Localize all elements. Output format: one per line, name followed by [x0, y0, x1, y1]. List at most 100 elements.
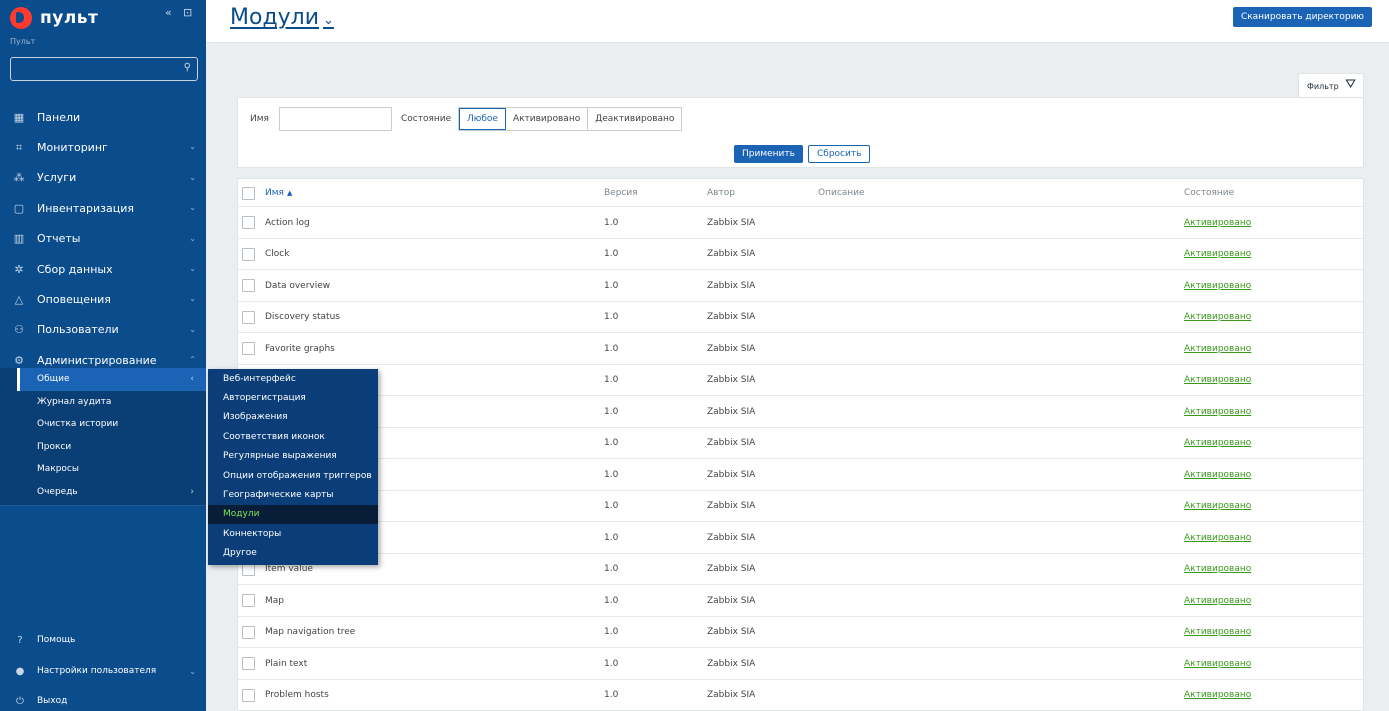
module-author: Zabbix SIA	[707, 280, 756, 291]
search-icon[interactable]: ⚲	[184, 62, 191, 73]
brand-logo[interactable]: пульт	[10, 5, 98, 31]
module-state-link[interactable]: Активировано	[1184, 375, 1251, 385]
module-author: Zabbix SIA	[707, 627, 756, 637]
table-row: 1.0 Zabbix SIA Активировано	[238, 428, 1363, 459]
module-name[interactable]: Data overview	[265, 270, 330, 301]
sidebar-search-input[interactable]: ⚲	[10, 57, 198, 81]
flyout-item-1[interactable]: Авторегистрация	[208, 388, 378, 407]
module-name[interactable]: Action log	[265, 207, 310, 238]
module-author: Zabbix SIA	[707, 217, 756, 228]
apply-button[interactable]: Применить	[734, 145, 803, 163]
user-settings-label: Настройки пользователя	[37, 666, 157, 676]
sidebar-item-label: Администрирование	[37, 353, 157, 367]
filter-panel: Имя Состояние Любое Активировано Деактивир…	[237, 97, 1364, 168]
submenu-item-0[interactable]: Общие ‹	[17, 368, 206, 391]
module-name[interactable]: Plain text	[265, 648, 307, 679]
module-state-link[interactable]: Активировано	[1184, 596, 1251, 606]
submenu-item-4[interactable]: Макросы	[0, 458, 206, 481]
flyout-item-2[interactable]: Изображения	[208, 408, 378, 427]
row-checkbox[interactable]	[242, 216, 255, 229]
flyout-item-9[interactable]: Другое	[208, 544, 378, 563]
row-checkbox[interactable]	[242, 625, 255, 639]
flyout-item-4[interactable]: Регулярные выражения	[208, 447, 378, 466]
page-header: Модули ⌄ Сканировать директорию	[206, 0, 1389, 43]
row-checkbox[interactable]	[242, 594, 255, 607]
module-state-link[interactable]: Активировано	[1184, 533, 1251, 543]
module-author: Zabbix SIA	[707, 469, 756, 480]
admin-submenu: Общие ‹ Журнал аудита Очистка истории Прокси…	[0, 368, 206, 506]
table-row: 1.0 Zabbix SIA Активировано	[238, 365, 1363, 396]
module-name[interactable]: Clock	[265, 239, 289, 270]
submenu-item-1[interactable]: Журнал аудита	[0, 391, 206, 414]
sidebar-item-3[interactable]: ▢ Инвентаризация ⌄	[0, 193, 206, 223]
sidebar-item-2[interactable]: ⁂ Услуги ⌄	[0, 163, 206, 193]
row-checkbox[interactable]	[242, 657, 255, 670]
state-option-0[interactable]: Любое	[459, 108, 506, 130]
row-checkbox[interactable]	[242, 688, 255, 702]
sidebar-item-label: Инвентаризация	[37, 201, 134, 215]
filter-name-input[interactable]	[279, 107, 392, 131]
help-link[interactable]: ? Помощь	[0, 628, 206, 652]
reset-button[interactable]: Сбросить	[808, 145, 871, 163]
submenu-item-2[interactable]: Очистка истории	[0, 413, 206, 436]
flyout-item-8[interactable]: Коннекторы	[208, 524, 378, 543]
module-state-link[interactable]: Активировано	[1184, 501, 1251, 511]
submenu-item-label: Прокси	[37, 441, 72, 452]
flyout-item-0[interactable]: Веб-интерфейс	[208, 369, 378, 388]
submenu-item-3[interactable]: Прокси	[0, 436, 206, 459]
sidebar-item-6[interactable]: △ Оповещения ⌄	[0, 284, 206, 314]
flyout-item-7[interactable]: Модули	[208, 504, 378, 525]
module-state-link[interactable]: Активировано	[1184, 438, 1251, 448]
module-state-link[interactable]: Активировано	[1184, 627, 1251, 637]
module-name[interactable]: Favorite graphs	[265, 333, 335, 364]
flyout-item-6[interactable]: Географические карты	[208, 485, 378, 504]
sidebar-item-5[interactable]: ✲ Сбор данных ⌄	[0, 254, 206, 284]
module-name[interactable]: Map	[265, 585, 284, 616]
module-name[interactable]: Map navigation tree	[265, 617, 355, 648]
sidebar-item-1[interactable]: ⌗ Мониторинг ⌄	[0, 132, 206, 162]
flyout-item-3[interactable]: Соответствия иконок	[208, 427, 378, 446]
column-name-header[interactable]: Имя ▲	[265, 179, 292, 207]
inventory-icon: ▢	[13, 201, 25, 215]
column-state-header: Состояние	[1184, 188, 1235, 198]
row-checkbox[interactable]	[242, 310, 255, 324]
state-option-2[interactable]: Деактивировано	[588, 108, 681, 130]
module-state-link[interactable]: Активировано	[1184, 659, 1251, 669]
monitoring-icon: ⌗	[15, 140, 23, 154]
collapse-sidebar-icon[interactable]: «	[165, 6, 172, 19]
table-row: Clock 1.0 Zabbix SIA Активировано	[238, 239, 1363, 270]
module-state-link[interactable]: Активировано	[1184, 344, 1251, 354]
row-checkbox[interactable]	[242, 279, 255, 292]
filter-tab[interactable]: Фильтр ⛛	[1298, 73, 1364, 98]
chevron-down-icon: ⌄	[189, 666, 196, 676]
state-option-1[interactable]: Активировано	[506, 108, 589, 130]
data-collection-icon: ✲	[14, 262, 24, 276]
flyout-item-5[interactable]: Опции отображения триггеров	[208, 466, 378, 485]
module-state-link[interactable]: Активировано	[1184, 218, 1251, 228]
submenu-item-label: Макросы	[37, 464, 79, 475]
module-state-link[interactable]: Активировано	[1184, 281, 1251, 291]
kiosk-mode-icon[interactable]: ⊡	[183, 6, 192, 19]
page-title-dropdown[interactable]: Модули ⌄	[230, 5, 334, 30]
module-state-link[interactable]: Активировано	[1184, 407, 1251, 417]
module-author: Zabbix SIA	[707, 564, 756, 574]
sidebar-item-label: Услуги	[37, 171, 77, 185]
sidebar-item-7[interactable]: ⚇ Пользователи ⌄	[0, 315, 206, 345]
module-name[interactable]: Problem hosts	[265, 680, 329, 711]
module-state-link[interactable]: Активировано	[1184, 249, 1251, 259]
user-settings-menu[interactable]: ● Настройки пользователя ⌄	[0, 659, 206, 683]
sidebar-item-0[interactable]: ▦ Панели	[0, 102, 206, 132]
module-state-link[interactable]: Активировано	[1184, 690, 1251, 700]
select-all-checkbox[interactable]	[242, 186, 255, 200]
scan-directory-button[interactable]: Сканировать директорию	[1232, 7, 1372, 27]
logout-link[interactable]: ⏻ Выход	[0, 689, 206, 711]
module-name[interactable]: Discovery status	[265, 302, 340, 333]
column-name-label: Имя	[265, 188, 284, 198]
submenu-item-5[interactable]: Очередь ›	[0, 481, 206, 504]
sidebar-item-4[interactable]: ▥ Отчеты ⌄	[0, 224, 206, 254]
module-state-link[interactable]: Активировано	[1184, 312, 1251, 322]
row-checkbox[interactable]	[242, 247, 255, 261]
module-state-link[interactable]: Активировано	[1184, 564, 1251, 574]
row-checkbox[interactable]	[242, 342, 255, 355]
module-state-link[interactable]: Активировано	[1184, 470, 1251, 480]
